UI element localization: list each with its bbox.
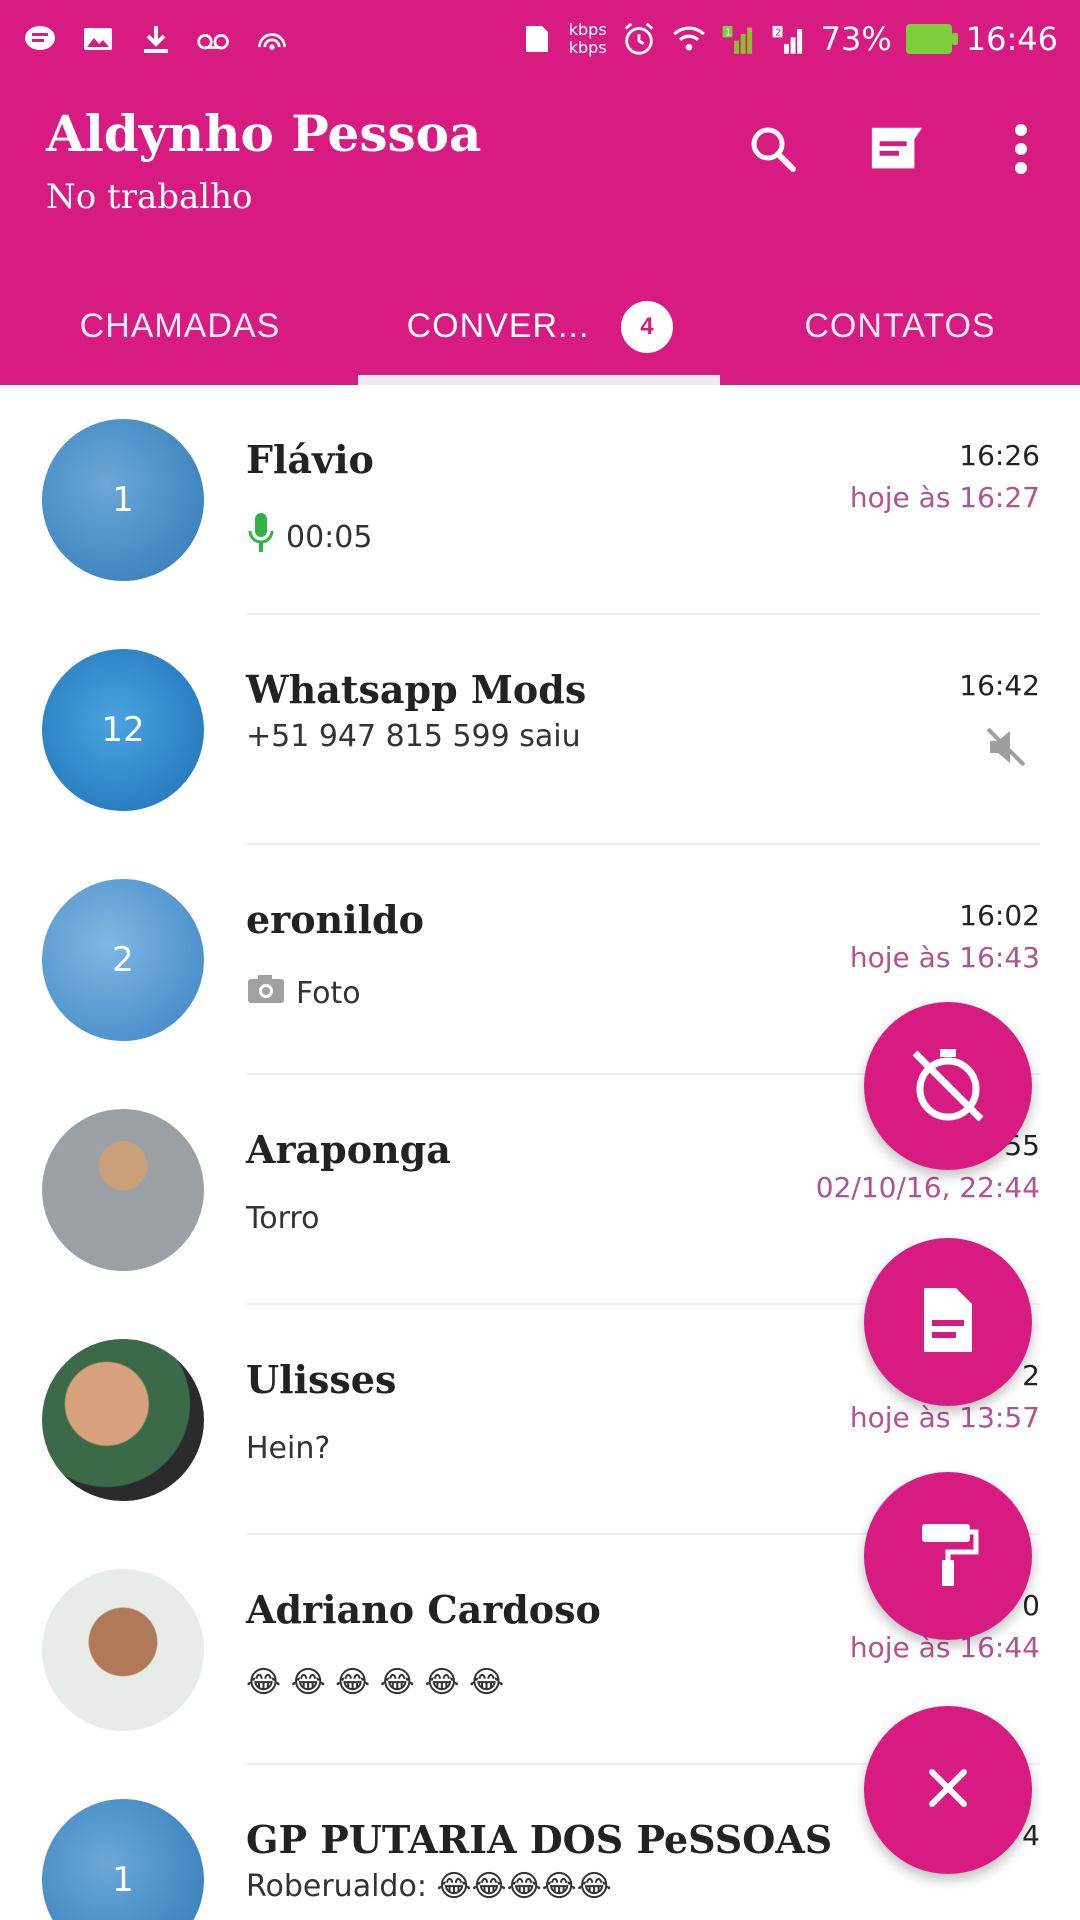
paint-roller-fab[interactable] <box>864 1472 1032 1640</box>
app-bar: kbps kbps 1 2 73% 16:46 Aldynho Pessoa N… <box>0 0 1080 385</box>
chat-preview: +51 947 815 599 saiu <box>246 719 581 754</box>
unread-badge: 4 <box>621 300 674 353</box>
message-notification-icon <box>22 21 58 57</box>
chat-name: GP PUTARIA DOS PeSSOAS <box>246 1817 833 1862</box>
chat-time: 16:02 <box>959 899 1040 932</box>
chat-preview: Foto <box>246 973 361 1013</box>
svg-text:2: 2 <box>775 28 781 39</box>
tab-contacts[interactable]: CONTATOS <box>720 268 1080 385</box>
chat-name: eronildo <box>246 897 424 942</box>
chat-name: Ulisses <box>246 1357 397 1402</box>
image-notification-icon <box>80 21 116 57</box>
close-fab[interactable] <box>864 1706 1032 1874</box>
chat-row[interactable]: 12 Whatsapp Mods 16:42 +51 947 815 599 s… <box>0 615 1080 845</box>
chat-preview-text: 00:05 <box>286 519 373 555</box>
voicemail-icon <box>196 21 232 57</box>
tab-contacts-label: CONTATOS <box>804 307 996 345</box>
chat-preview-text: Foto <box>296 975 361 1011</box>
document-fab[interactable] <box>864 1238 1032 1406</box>
download-icon <box>138 21 174 57</box>
tab-conversations-label: CONVER... <box>406 307 590 345</box>
avatar[interactable]: 2 <box>42 879 204 1041</box>
camera-icon <box>246 973 286 1013</box>
chat-preview: 😂 😂 😂 😂 😂 😂 <box>246 1665 504 1700</box>
svg-text:1: 1 <box>725 28 731 39</box>
chat-row[interactable]: 1 Flávio 16:26 hoje às 16:27 00:05 <box>0 385 1080 615</box>
muted-icon <box>982 723 1030 771</box>
chat-sub-time: hoje às 16:27 <box>849 481 1040 514</box>
tab-calls-label: CHAMADAS <box>79 307 281 345</box>
more-vert-icon[interactable] <box>992 120 1050 178</box>
chat-name: Flávio <box>246 437 374 482</box>
avatar[interactable]: 12 <box>42 649 204 811</box>
chat-name: Adriano Cardoso <box>246 1587 601 1632</box>
tab-indicator <box>358 375 720 385</box>
chat-preview: 00:05 <box>246 511 372 563</box>
battery-charging-icon <box>905 24 958 54</box>
hotspot-icon <box>254 21 290 57</box>
timer-off-icon <box>903 1039 993 1133</box>
avatar[interactable] <box>42 1339 204 1501</box>
chat-preview-text: Roberualdo: 😂😂😂😂😂 <box>246 1869 612 1904</box>
page-subtitle: No trabalho <box>46 177 253 217</box>
avatar-unread-count: 1 <box>112 1860 134 1900</box>
chat-name: Araponga <box>246 1127 451 1172</box>
avatar-unread-count: 12 <box>101 710 145 750</box>
search-icon[interactable] <box>744 120 802 178</box>
chat-preview-text: Hein? <box>246 1431 331 1466</box>
battery-percent: 73% <box>820 20 892 58</box>
tab-bar: CHAMADAS CONVER... 4 CONTATOS <box>0 268 1080 385</box>
chat-preview-text: Torro <box>246 1201 320 1236</box>
chat-sub-time: hoje às 16:43 <box>849 941 1040 974</box>
timer-off-fab[interactable] <box>864 1002 1032 1170</box>
tab-conversations[interactable]: CONVER... 4 <box>360 268 720 385</box>
avatar[interactable]: 1 <box>42 419 204 581</box>
chat-preview: Roberualdo: 😂😂😂😂😂 <box>246 1869 612 1904</box>
avatar-unread-count: 2 <box>112 940 134 980</box>
document-icon <box>918 1284 978 1360</box>
chat-time: 0 <box>1022 1589 1040 1622</box>
avatar[interactable] <box>42 1109 204 1271</box>
signal-sim1-icon: 1 <box>721 21 757 57</box>
page-title: Aldynho Pessoa <box>46 104 482 163</box>
download-speed-unit: kbps <box>568 38 607 57</box>
chat-time: 16:42 <box>959 669 1040 702</box>
chat-time: 16:26 <box>959 439 1040 472</box>
chat-preview: Torro <box>246 1201 319 1236</box>
avatar[interactable]: 1 <box>42 1799 204 1920</box>
chat-name: Whatsapp Mods <box>246 667 587 712</box>
upload-speed-unit: kbps <box>568 20 607 39</box>
chat-preview-text: +51 947 815 599 saiu <box>246 719 581 754</box>
avatar[interactable] <box>42 1569 204 1731</box>
chat-preview-text: 😂 😂 😂 😂 😂 😂 <box>246 1665 505 1700</box>
wifi-icon <box>671 21 707 57</box>
status-time: 16:46 <box>965 20 1058 58</box>
tab-calls[interactable]: CHAMADAS <box>0 268 360 385</box>
header-title-block[interactable]: Aldynho Pessoa No trabalho <box>46 104 481 217</box>
header-actions <box>744 120 1050 178</box>
chat-preview: Hein? <box>246 1431 330 1466</box>
chat-time: 4 <box>1022 1819 1040 1852</box>
chat-sub-time: 02/10/16, 22:44 <box>815 1171 1040 1204</box>
status-bar: kbps kbps 1 2 73% 16:46 <box>0 0 1080 78</box>
avatar-unread-count: 1 <box>112 480 134 520</box>
close-icon <box>926 1766 970 1814</box>
paint-roller-icon <box>916 1518 980 1594</box>
sd-card-icon <box>519 21 555 57</box>
new-chat-icon[interactable] <box>868 120 926 178</box>
mic-icon <box>246 511 276 563</box>
signal-sim2-icon: 2 <box>771 21 807 57</box>
alarm-icon <box>621 21 657 57</box>
chat-time: 2 <box>1022 1359 1040 1392</box>
